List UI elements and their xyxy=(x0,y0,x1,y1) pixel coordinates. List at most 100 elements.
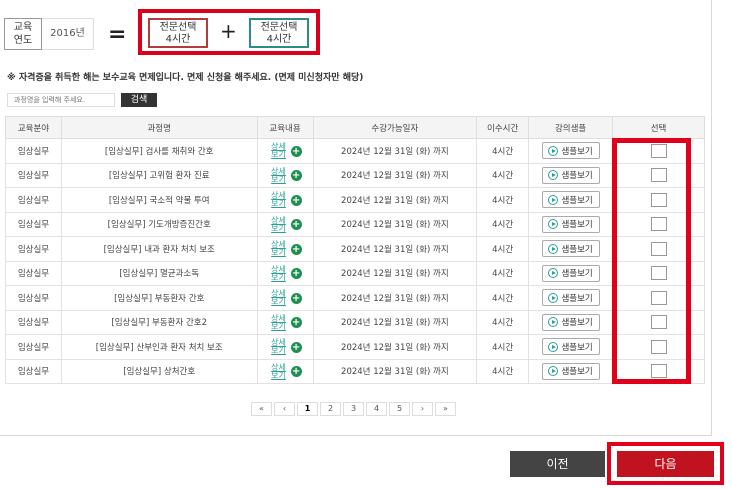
sample-button[interactable]: 샘플보기 xyxy=(541,289,600,307)
detail-link[interactable]: 상세 보기 xyxy=(269,363,289,380)
cell-date: 2024년 12월 31일 (화) 까지 xyxy=(312,358,478,384)
cell-course: [임상실무] 멸균과소독 xyxy=(60,260,258,286)
sample-label: 샘플보기 xyxy=(561,367,593,378)
plus-circle-icon[interactable]: + xyxy=(290,268,302,280)
cell-field: 임상실무 xyxy=(5,334,62,360)
cell-hours: 4시간 xyxy=(476,211,530,237)
cell-detail[interactable]: 상세 보기 + xyxy=(256,187,314,213)
page-link[interactable]: 3 xyxy=(343,402,364,416)
cell-detail[interactable]: 상세 보기 + xyxy=(256,358,314,384)
page-link[interactable]: 5 xyxy=(389,402,410,416)
cell-detail[interactable]: 상세 보기 + xyxy=(256,236,314,262)
play-icon xyxy=(548,341,559,352)
table-row: 임상실무 [임상실무] 부동환자 간호2 상세 보기 +2024년 12월 31일 (… xyxy=(5,309,705,335)
detail-link[interactable]: 상세 보기 xyxy=(269,167,289,184)
play-icon xyxy=(548,194,559,205)
page-link[interactable]: » xyxy=(435,402,456,416)
plus-circle-icon[interactable]: + xyxy=(290,292,302,304)
sample-button[interactable]: 샘플보기 xyxy=(541,240,600,258)
sample-label: 샘플보기 xyxy=(561,269,593,280)
plus-circle-icon[interactable]: + xyxy=(290,341,302,353)
table-row: 임상실무 [임상실무] 검사를 채취와 간호 상세 보기 +2024년 12월 31일… xyxy=(5,138,705,164)
detail-link[interactable]: 상세 보기 xyxy=(269,290,289,306)
cell-field: 임상실무 xyxy=(5,211,62,237)
sample-button[interactable]: 샘플보기 xyxy=(541,191,600,209)
cell-hours: 4시간 xyxy=(476,236,530,262)
equals-sign: = xyxy=(108,21,127,47)
course-table: 교육분야 과정명 교육내용 수강가능일자 이수시간 강의샘플 선택 임상실무 [임… xyxy=(5,116,705,384)
plus-circle-icon[interactable]: + xyxy=(290,243,302,255)
play-icon xyxy=(548,243,559,254)
sample-button[interactable]: 샘플보기 xyxy=(541,338,600,356)
cell-sample: 샘플보기 xyxy=(528,236,614,262)
table-header: 교육분야 과정명 교육내용 수강가능일자 이수시간 강의샘플 선택 xyxy=(5,116,705,139)
cell-detail[interactable]: 상세 보기 + xyxy=(256,138,314,164)
next-button[interactable]: 다음 xyxy=(617,451,714,477)
page-link[interactable]: « xyxy=(251,402,272,416)
cell-course: [임상실무] 고위험 환자 진료 xyxy=(60,162,258,188)
sample-button[interactable]: 샘플보기 xyxy=(541,142,600,160)
cell-sample: 샘플보기 xyxy=(528,309,614,335)
detail-link[interactable]: 상세 보기 xyxy=(269,192,289,208)
cell-date: 2024년 12월 31일 (화) 까지 xyxy=(312,236,478,262)
header-content: 교육내용 xyxy=(256,116,314,139)
detail-link[interactable]: 상세 보기 xyxy=(269,265,289,282)
plus-circle-icon[interactable]: + xyxy=(290,366,302,378)
plus-circle-icon[interactable]: + xyxy=(290,145,302,157)
plus-circle-icon[interactable]: + xyxy=(290,317,302,329)
header-date: 수강가능일자 xyxy=(312,116,478,139)
cell-sample: 샘플보기 xyxy=(528,358,614,384)
cell-course: [임상실무] 검사를 채취와 간호 xyxy=(60,138,258,164)
detail-link[interactable]: 상세 보기 xyxy=(269,241,289,257)
page-link[interactable]: ‹ xyxy=(274,402,295,416)
sample-label: 샘플보기 xyxy=(561,244,593,255)
cell-hours: 4시간 xyxy=(476,260,530,286)
cell-hours: 4시간 xyxy=(476,309,530,335)
sample-label: 샘플보기 xyxy=(561,171,593,182)
plus-circle-icon[interactable]: + xyxy=(290,170,302,182)
play-icon xyxy=(548,317,559,328)
play-icon xyxy=(548,366,559,377)
cell-field: 임상실무 xyxy=(5,309,62,335)
cell-hours: 4시간 xyxy=(476,187,530,213)
cell-hours: 4시간 xyxy=(476,138,530,164)
cell-detail[interactable]: 상세 보기 + xyxy=(256,285,314,311)
prev-button[interactable]: 이전 xyxy=(510,451,605,477)
education-year: 교육 연도 2016년 = xyxy=(4,17,126,51)
credit-box-2: 전문선택 4시간 xyxy=(249,18,309,48)
detail-link[interactable]: 상세 보기 xyxy=(269,216,289,233)
page-link[interactable]: 4 xyxy=(366,402,387,416)
cell-sample: 샘플보기 xyxy=(528,285,614,311)
search-input[interactable] xyxy=(7,93,115,107)
cell-sample: 샘플보기 xyxy=(528,187,614,213)
cell-course: [임상실무] 국소적 약물 투여 xyxy=(60,187,258,213)
cell-sample: 샘플보기 xyxy=(528,334,614,360)
cell-detail[interactable]: 상세 보기 + xyxy=(256,334,314,360)
cell-hours: 4시간 xyxy=(476,334,530,360)
header-course: 과정명 xyxy=(60,116,258,139)
sample-button[interactable]: 샘플보기 xyxy=(541,264,600,282)
plus-circle-icon[interactable]: + xyxy=(290,219,302,231)
detail-link[interactable]: 상세 보기 xyxy=(269,143,289,159)
sample-button[interactable]: 샘플보기 xyxy=(541,215,600,233)
cell-field: 임상실무 xyxy=(5,187,62,213)
detail-link[interactable]: 상세 보기 xyxy=(269,314,289,331)
cell-course: [임상실무] 기도개방증진간호 xyxy=(60,211,258,237)
cell-detail[interactable]: 상세 보기 + xyxy=(256,211,314,237)
page-link[interactable]: › xyxy=(412,402,433,416)
cell-detail[interactable]: 상세 보기 + xyxy=(256,260,314,286)
sample-button[interactable]: 샘플보기 xyxy=(541,362,600,380)
sample-button[interactable]: 샘플보기 xyxy=(541,166,600,184)
table-row: 임상실무 [임상실무] 산부인과 환자 처치 보조 상세 보기 +2024년 12월 … xyxy=(5,334,705,360)
cell-detail[interactable]: 상세 보기 + xyxy=(256,309,314,335)
plus-circle-icon[interactable]: + xyxy=(290,194,302,206)
sample-button[interactable]: 샘플보기 xyxy=(541,313,600,331)
page-link[interactable]: 2 xyxy=(320,402,341,416)
table-row: 임상실무 [임상실무] 멸균과소독 상세 보기 +2024년 12월 31일 (화) … xyxy=(5,260,705,286)
page-link[interactable]: 1 xyxy=(297,402,318,416)
cell-field: 임상실무 xyxy=(5,358,62,384)
search-button[interactable]: 검색 xyxy=(121,93,157,107)
detail-link[interactable]: 상세 보기 xyxy=(269,339,289,355)
cell-detail[interactable]: 상세 보기 + xyxy=(256,162,314,188)
cell-course: [임상실무] 산부인과 환자 처치 보조 xyxy=(60,334,258,360)
